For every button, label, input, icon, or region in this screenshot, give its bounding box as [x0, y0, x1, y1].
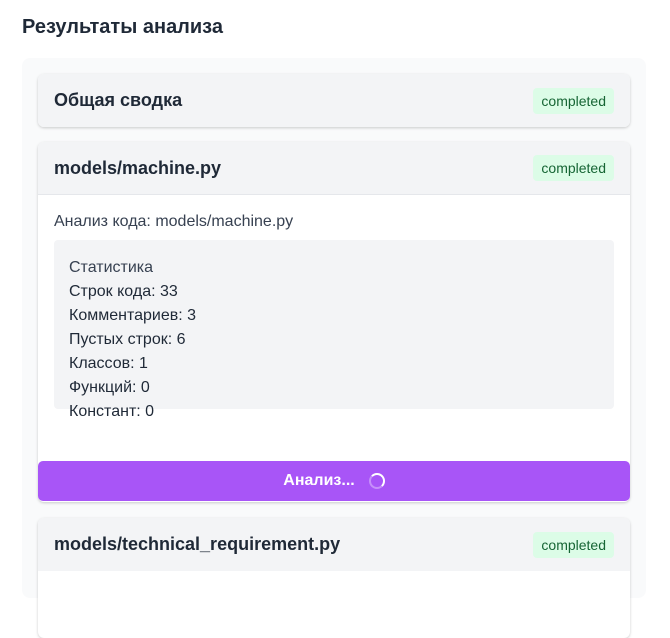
stat-constants: Констант: 0 — [69, 403, 155, 420]
file-card-title: models/technical_requirement.py — [54, 534, 341, 554]
status-badge: completed — [533, 155, 614, 181]
spinner-icon — [368, 473, 385, 489]
stat-functions: Функций: 0 — [69, 379, 150, 396]
file-card-title: models/machine.py — [54, 157, 222, 178]
analysis-line: Анализ кода: models/machine.py — [54, 213, 294, 230]
stats-box: Статистика Строк кода: 33 Комментариев: … — [54, 240, 614, 420]
file-card-machine: models/machine.py completed Анализ кода:… — [38, 142, 630, 502]
stat-classes: Классов: 1 — [69, 355, 148, 372]
summary-card[interactable]: Общая сводка completed — [38, 74, 630, 127]
stat-lines-of-code: Строк кода: 33 — [69, 283, 178, 300]
file-card-body: Анализ кода: models/machine.py Статистик… — [38, 195, 630, 420]
summary-card-title: Общая сводка — [54, 90, 183, 110]
stats-heading: Статистика — [69, 259, 154, 276]
file-card-header[interactable]: models/machine.py completed — [38, 142, 630, 195]
analyze-button[interactable]: Анализ... — [38, 461, 630, 501]
status-badge: completed — [533, 87, 614, 114]
stat-empty-lines: Пустых строк: 6 — [69, 331, 186, 348]
summary-card-header[interactable]: Общая сводка completed — [38, 74, 630, 127]
stat-comments: Комментариев: 3 — [69, 307, 197, 324]
file-card-header[interactable]: models/technical_requirement.py complete… — [38, 518, 630, 571]
results-panel: Общая сводка completed models/machine.py… — [22, 58, 646, 638]
status-badge: completed — [533, 531, 614, 558]
file-card-technical-requirement: models/technical_requirement.py complete… — [38, 518, 630, 638]
analyze-button-label: Анализ... — [283, 472, 355, 489]
page-title: Результаты анализа — [22, 16, 223, 38]
